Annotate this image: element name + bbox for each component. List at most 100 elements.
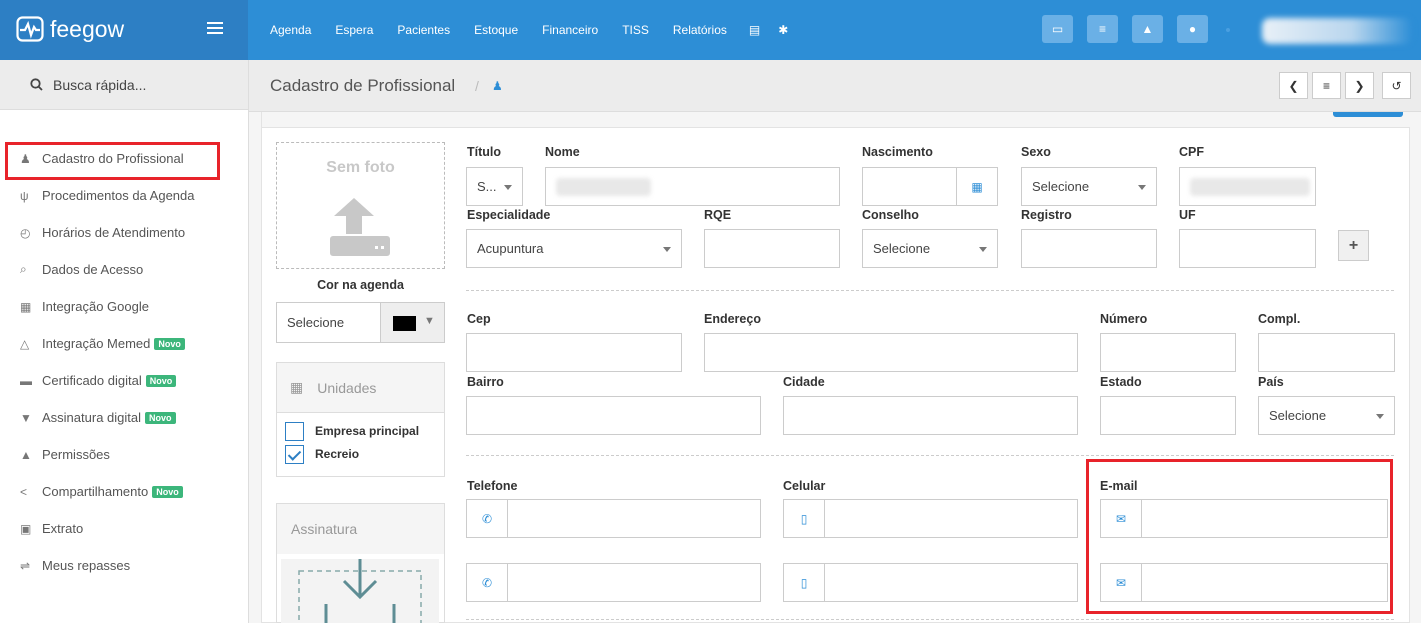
nascimento-label: Nascimento — [862, 145, 933, 159]
bell-icon[interactable]: ▲ — [1132, 15, 1163, 43]
assinatura-panel: Assinatura — [276, 503, 445, 623]
money-icon: ▣ — [20, 521, 32, 536]
pais-select[interactable]: Selecione — [1258, 396, 1395, 435]
sexo-select[interactable]: Selecione — [1021, 167, 1157, 206]
compl-label: Compl. — [1258, 312, 1301, 326]
nav-relatorios[interactable]: Relatórios — [673, 23, 727, 37]
bairro-input[interactable] — [466, 396, 761, 435]
numero-label: Número — [1100, 312, 1148, 326]
calendar-icon: ▦ — [20, 299, 32, 314]
checkbox[interactable] — [285, 421, 304, 441]
conselho-select[interactable]: Selecione — [862, 229, 998, 268]
menu-toggle-icon[interactable] — [207, 22, 223, 36]
brand[interactable]: feegow — [0, 0, 248, 60]
chat-icon[interactable]: ● — [1177, 15, 1208, 43]
telefone-input[interactable]: ✆ — [466, 499, 761, 538]
quick-search[interactable]: Busca rápida... — [0, 60, 248, 110]
checkbox[interactable] — [285, 444, 304, 464]
cor-agenda-select[interactable]: Selecione ▼ — [276, 302, 445, 343]
redacted-text — [1190, 178, 1310, 196]
status-dot — [1226, 28, 1230, 32]
list-button[interactable]: ≡ — [1312, 72, 1341, 99]
nascimento-input[interactable]: ▦ — [862, 167, 998, 206]
sidebar-item-label: Cadastro do Profissional — [42, 151, 184, 166]
nav-tiss[interactable]: TISS — [622, 23, 649, 37]
celular-input-2[interactable]: ▯ — [783, 563, 1078, 602]
new-badge: Novo — [145, 411, 176, 424]
database-icon[interactable]: ▤ — [749, 23, 760, 37]
save-button[interactable] — [1333, 112, 1403, 117]
cep-input[interactable] — [466, 333, 682, 372]
email-input-2[interactable]: ✉ — [1100, 563, 1388, 602]
divider — [466, 455, 1394, 456]
telefone-input-2[interactable]: ✆ — [466, 563, 761, 602]
sidebar-item-memed[interactable]: △ Integração Memed Novo — [0, 325, 248, 362]
pais-label: País — [1258, 375, 1284, 389]
especialidade-label: Especialidade — [467, 208, 551, 222]
sidebar-item-certificado[interactable]: ▬ Certificado digital Novo — [0, 362, 248, 399]
redacted-text — [556, 178, 651, 196]
nav-pacientes[interactable]: Pacientes — [397, 23, 450, 37]
add-button[interactable]: + — [1338, 230, 1369, 261]
email-label: E-mail — [1100, 479, 1138, 493]
next-button[interactable]: ❯ — [1345, 72, 1374, 99]
cpf-input[interactable] — [1179, 167, 1316, 206]
nav-espera[interactable]: Espera — [335, 23, 373, 37]
nav-agenda[interactable]: Agenda — [270, 23, 311, 37]
unidades-title: Unidades — [317, 379, 377, 396]
previous-button[interactable]: ❮ — [1279, 72, 1308, 99]
estado-input[interactable] — [1100, 396, 1236, 435]
breadcrumb-separator: / — [475, 78, 479, 94]
sidebar-item-extrato[interactable]: ▣ Extrato — [0, 510, 248, 547]
photo-upload[interactable]: Sem foto — [276, 142, 445, 269]
sidebar-item-permissoes[interactable]: ▲ Permissões — [0, 436, 248, 473]
rqe-label: RQE — [704, 208, 732, 222]
assinatura-dropzone[interactable] — [281, 559, 439, 623]
email-input[interactable]: ✉ — [1100, 499, 1388, 538]
registro-input[interactable] — [1021, 229, 1157, 268]
user-menu[interactable] — [1262, 18, 1412, 44]
key-icon: ⌕ — [20, 262, 27, 276]
titulo-select[interactable]: S... — [466, 167, 523, 206]
uf-input[interactable] — [1179, 229, 1316, 268]
compl-input[interactable] — [1258, 333, 1395, 372]
unidade-option[interactable]: Recreio — [285, 444, 359, 464]
sidebar-item-label: Meus repasses — [42, 558, 131, 573]
sidebar-item-horarios[interactable]: ◴ Horários de Atendimento — [0, 214, 248, 251]
sidebar: Busca rápida... ♟ Cadastro do Profissiona… — [0, 60, 249, 623]
inbox-icon[interactable]: ▭ — [1042, 15, 1073, 43]
nome-input[interactable] — [545, 167, 840, 206]
sidebar-item-cadastro[interactable]: ♟ Cadastro do Profissional — [0, 140, 248, 177]
sidebar-item-repasses[interactable]: ⇌ Meus repasses — [0, 547, 248, 584]
sidebar-item-compartilhamento[interactable]: < Compartilhamento Novo — [0, 473, 248, 510]
nav-estoque[interactable]: Estoque — [474, 23, 518, 37]
mobile-icon: ▯ — [784, 564, 825, 601]
search-icon — [30, 78, 43, 91]
numero-input[interactable] — [1100, 333, 1236, 372]
cidade-input[interactable] — [783, 396, 1078, 435]
sidebar-item-label: Horários de Atendimento — [42, 225, 186, 240]
unidade-option[interactable]: Empresa principal — [285, 421, 419, 441]
sidebar-item-acesso[interactable]: ⌕ Dados de Acesso — [0, 251, 248, 288]
gear-icon[interactable]: ✱ — [778, 23, 788, 37]
sidebar-item-procedimentos[interactable]: ψ Procedimentos da Agenda — [0, 177, 248, 214]
color-picker[interactable]: ▼ — [380, 303, 444, 342]
sidebar-item-label: Assinatura digital — [42, 410, 141, 425]
caret-down-icon — [663, 247, 671, 252]
endereco-input[interactable] — [704, 333, 1078, 372]
sidebar-item-google[interactable]: ▦ Integração Google — [0, 288, 248, 325]
cor-agenda-value: Selecione — [287, 315, 345, 330]
especialidade-select[interactable]: Acupuntura — [466, 229, 682, 268]
assinatura-title: Assinatura — [277, 504, 444, 554]
calendar-icon[interactable]: ▦ — [956, 168, 997, 205]
list-icon[interactable]: ≡ — [1087, 15, 1118, 43]
sidebar-item-assinatura[interactable]: ▼ Assinatura digital Novo — [0, 399, 248, 436]
envelope-icon: ✉ — [1101, 564, 1142, 601]
rqe-input[interactable] — [704, 229, 840, 268]
phone-icon: ✆ — [467, 500, 508, 537]
celular-input[interactable]: ▯ — [783, 499, 1078, 538]
quick-search-label: Busca rápida... — [53, 76, 147, 93]
divider — [466, 619, 1394, 620]
history-button[interactable]: ↺ — [1382, 72, 1411, 99]
nav-financeiro[interactable]: Financeiro — [542, 23, 598, 37]
